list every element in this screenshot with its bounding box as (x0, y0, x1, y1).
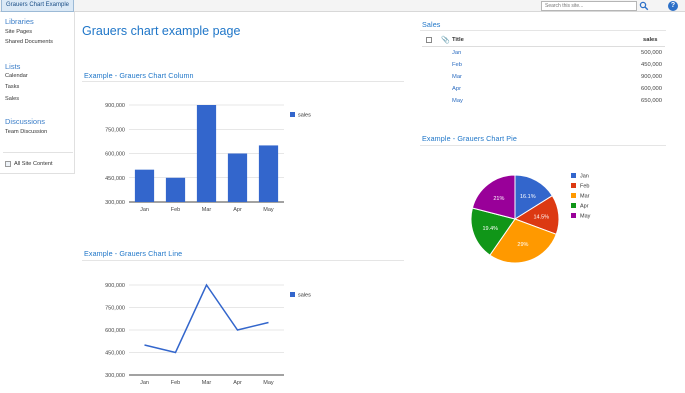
bar (134, 169, 155, 202)
list-item-title[interactable]: Jan (452, 50, 461, 56)
legend-swatch (571, 173, 576, 178)
list-item-title[interactable]: Feb (452, 62, 462, 68)
list-item-sales: 450,000 (641, 62, 662, 68)
y-tick-label: 450,000 (105, 351, 125, 357)
y-tick-label: 750,000 (105, 127, 125, 133)
bar (258, 145, 279, 202)
y-tick-label: 450,000 (105, 176, 125, 182)
legend-label: Jan (580, 174, 589, 180)
y-tick-label: 600,000 (105, 152, 125, 158)
x-tick-label: Jan (140, 207, 149, 213)
search-input[interactable]: Search this site... (541, 1, 637, 11)
legend-swatch (290, 292, 295, 297)
legend-swatch (571, 213, 576, 218)
nav-heading-libraries[interactable]: Libraries (5, 17, 34, 26)
search-icon[interactable] (639, 1, 649, 11)
x-tick-label: Apr (233, 207, 242, 213)
x-tick-label: Jan (140, 380, 149, 386)
section-rule (420, 145, 666, 146)
y-tick-label: 750,000 (105, 306, 125, 312)
y-tick-label: 900,000 (105, 283, 125, 289)
bar (227, 153, 248, 202)
legend-label: sales (298, 293, 311, 299)
nav-item-shared-documents[interactable]: Shared Documents (5, 39, 53, 45)
attachment-icon: 📎 (441, 37, 450, 44)
section-rule (420, 30, 666, 31)
y-tick-label: 300,000 (105, 200, 125, 206)
column-header-sales[interactable]: sales (643, 37, 658, 43)
nav-divider (3, 152, 73, 153)
column-chart: 300,000 450,000 600,000 750,000 900,000 Jan Fe… (105, 103, 311, 213)
series-line (144, 283, 269, 354)
list-item-title[interactable]: Mar (452, 74, 462, 80)
slice-label: 21% (493, 196, 504, 202)
left-navigation: Libraries Site Pages Shared Documents Li… (0, 12, 75, 174)
legend-swatch (571, 183, 576, 188)
select-all-checkbox[interactable] (426, 37, 432, 43)
nav-item-tasks[interactable]: Tasks (5, 84, 19, 90)
legend-label: Mar (580, 194, 590, 200)
line-chart-title: Example - Grauers Chart Line (84, 249, 183, 258)
x-tick-label: May (263, 380, 274, 386)
bar (196, 105, 217, 202)
nav-heading-discussions[interactable]: Discussions (5, 117, 45, 126)
x-tick-label: Mar (202, 380, 212, 386)
list-item-sales: 900,000 (641, 74, 662, 80)
legend-swatch (290, 112, 295, 117)
legend-swatch (571, 193, 576, 198)
y-tick-label: 300,000 (105, 373, 125, 379)
list-item-sales: 650,000 (641, 98, 662, 104)
y-tick-label: 900,000 (105, 103, 125, 109)
slice-label: 16.1% (520, 194, 536, 200)
pie-chart-title: Example - Grauers Chart Pie (422, 134, 517, 143)
list-item-sales: 500,000 (641, 50, 662, 56)
legend-label: sales (298, 113, 311, 119)
x-tick-label: Apr (233, 380, 242, 386)
slice-label: 29% (517, 242, 528, 248)
help-icon[interactable]: ? (668, 1, 678, 11)
x-tick-label: Feb (171, 207, 180, 213)
legend-label: May (580, 214, 591, 220)
legend-swatch (571, 203, 576, 208)
sales-list-title: Sales (422, 20, 441, 29)
pie-chart: 16.1% 14.5% 29% 19.4% 21% Jan Feb Mar Apr May (470, 173, 591, 264)
site-title-tab[interactable]: Grauers Chart Example (1, 0, 75, 12)
list-item-title[interactable]: Apr (452, 86, 461, 92)
list-item-title[interactable]: May (452, 98, 463, 104)
column-header-title[interactable]: Title (452, 37, 464, 43)
nav-item-team-discussion[interactable]: Team Discussion (5, 129, 47, 135)
bar (165, 177, 186, 202)
slice-label: 19.4% (482, 226, 498, 232)
nav-heading-lists[interactable]: Lists (5, 62, 20, 71)
column-chart-title: Example - Grauers Chart Column (84, 71, 194, 80)
slice-label: 14.5% (533, 214, 549, 220)
legend-label: Apr (580, 204, 589, 210)
nav-item-all-site-content[interactable]: All Site Content (14, 161, 53, 167)
legend-label: Feb (580, 184, 589, 190)
nav-item-site-pages[interactable]: Site Pages (5, 29, 32, 35)
x-tick-label: Mar (202, 207, 212, 213)
list-item-sales: 600,000 (641, 86, 662, 92)
x-tick-label: May (263, 207, 274, 213)
line-chart: 300,000 450,000 600,000 750,000 900,000 Jan Fe… (105, 283, 311, 386)
nav-item-sales[interactable]: Sales (5, 96, 19, 102)
section-rule (82, 81, 404, 82)
section-rule (82, 260, 404, 261)
nav-item-calendar[interactable]: Calendar (5, 73, 28, 79)
all-site-content-icon[interactable] (5, 161, 11, 167)
page-title: Grauers chart example page (82, 24, 241, 38)
y-tick-label: 600,000 (105, 328, 125, 334)
x-tick-label: Feb (171, 380, 180, 386)
